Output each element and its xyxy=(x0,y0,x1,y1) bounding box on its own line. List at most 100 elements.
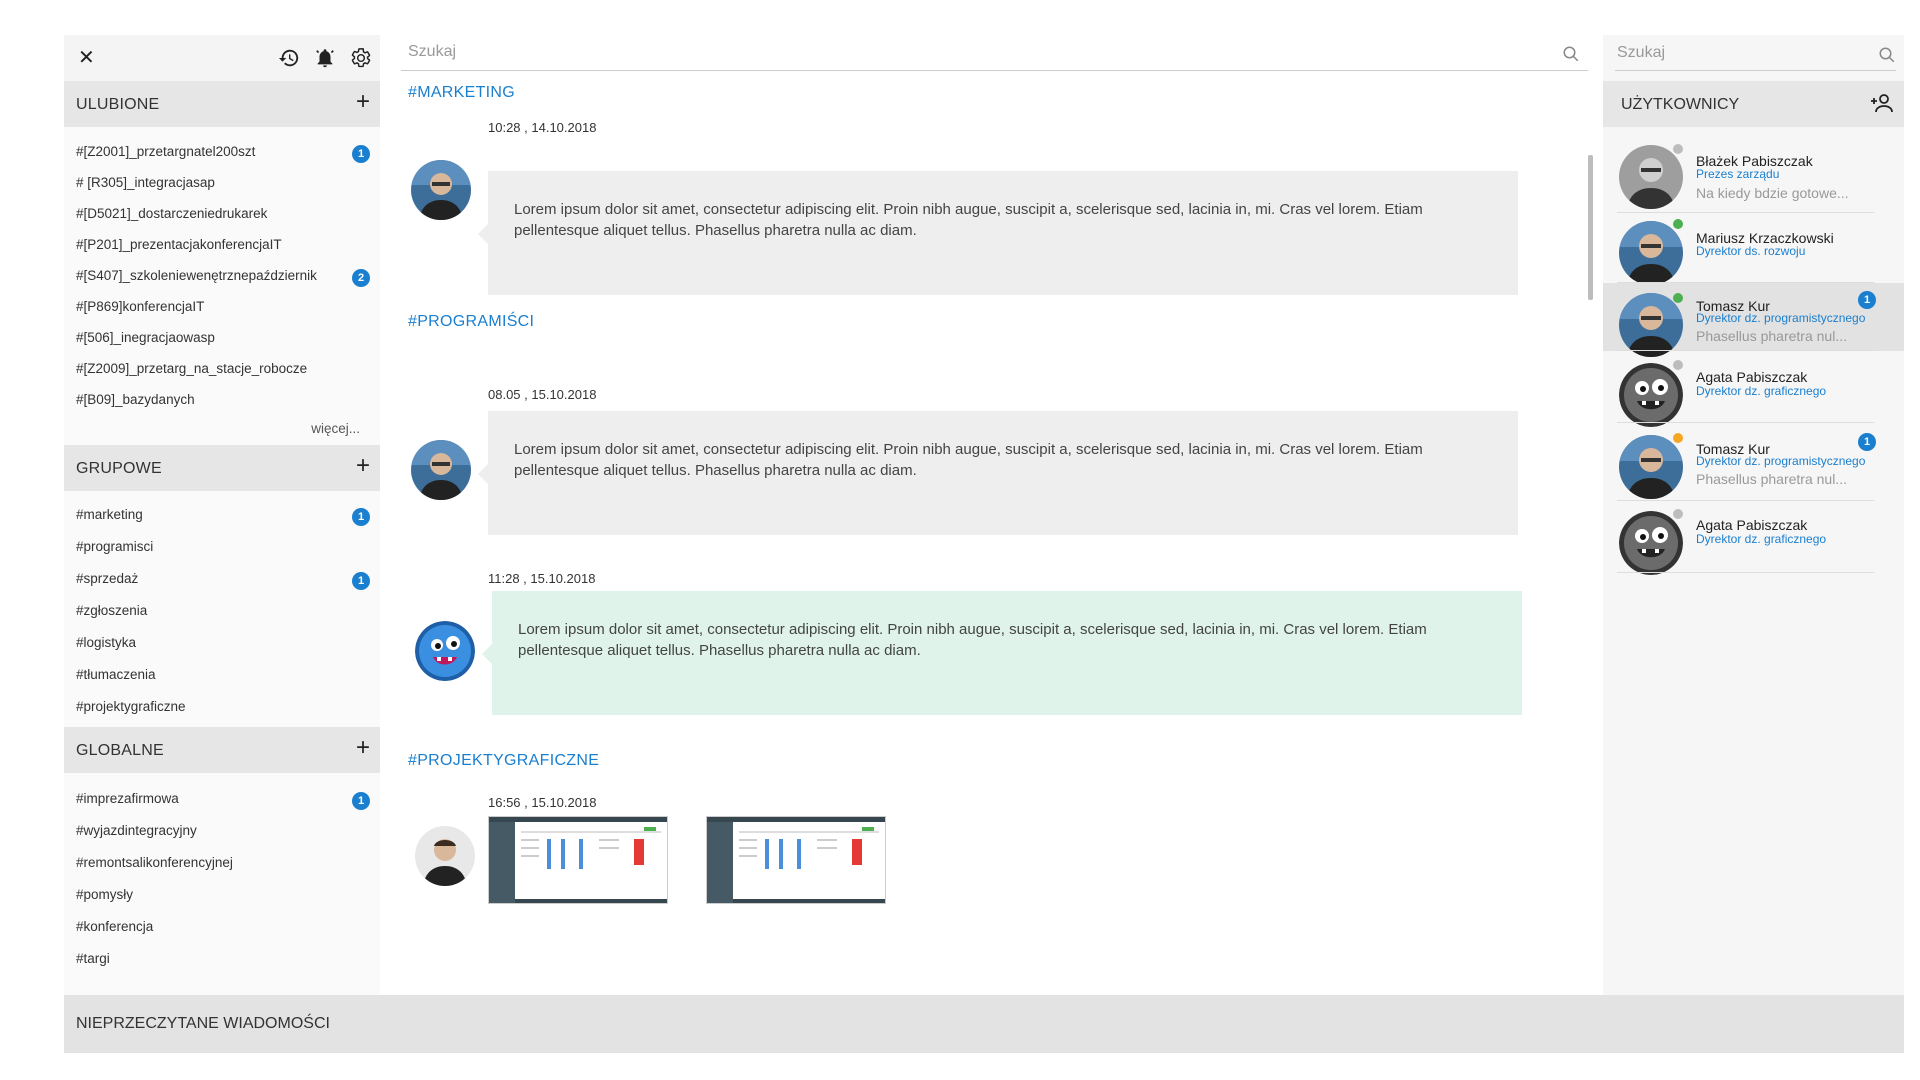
channel-item[interactable]: #[P869]konferencjaIT xyxy=(64,291,380,322)
channel-name[interactable]: #[506]_inegracjaowasp xyxy=(76,330,215,345)
messages-scrollbar[interactable] xyxy=(1588,155,1593,300)
unread-badge: 1 xyxy=(1858,291,1876,309)
channel-name[interactable]: #pomysły xyxy=(76,887,133,902)
channel-item[interactable]: #imprezafirmowa 1 xyxy=(64,783,380,815)
channel-item[interactable]: #projektygraficzne xyxy=(64,691,380,723)
gear-icon[interactable] xyxy=(350,47,372,69)
channel-name[interactable]: #imprezafirmowa xyxy=(76,791,179,806)
channel-name[interactable]: #[Z2001]_przetargnatel200szt xyxy=(76,144,255,159)
add-favorite-button[interactable]: + xyxy=(356,90,370,114)
channel-item[interactable]: #[D5021]_dostarczeniedrukarek xyxy=(64,198,380,229)
channel-item[interactable]: # [R305]_integracjasap xyxy=(64,167,380,198)
channel-name[interactable]: #marketing xyxy=(76,507,143,522)
message-bubble: Lorem ipsum dolor sit amet, consectetur … xyxy=(478,411,1518,535)
channel-item[interactable]: #tłumaczenia xyxy=(64,659,380,691)
channel-item[interactable]: #wyjazdintegracyjny xyxy=(64,815,380,847)
message-search-input[interactable] xyxy=(408,43,1508,61)
channel-item[interactable]: #sprzedaż 1 xyxy=(64,563,380,595)
bell-icon[interactable] xyxy=(314,47,336,69)
channel-name[interactable]: # [R305]_integracjasap xyxy=(76,175,215,190)
channel-item[interactable]: #targi xyxy=(64,943,380,967)
channel-item[interactable]: #zgłoszenia xyxy=(64,595,380,627)
close-icon[interactable]: ✕ xyxy=(78,48,95,68)
channel-name[interactable]: #remontsalikonferencyjnej xyxy=(76,855,233,870)
message-text: Lorem ipsum dolor sit amet, consectetur … xyxy=(518,621,1427,659)
status-dot xyxy=(1673,219,1683,229)
channel-name[interactable]: #programisci xyxy=(76,539,153,554)
image-attachment[interactable] xyxy=(488,816,668,904)
channel-item[interactable]: #[B09]_bazydanych xyxy=(64,384,380,415)
favorites-list: #[Z2001]_przetargnatel200szt 1 # [R305]_in… xyxy=(64,127,380,419)
own-avatar[interactable] xyxy=(415,621,475,681)
channel-item[interactable]: #[Z2009]_przetarg_na_stacje_robocze xyxy=(64,353,380,384)
user-item[interactable]: Agata Pabiszczak Dyrektor dz. graficznego xyxy=(1603,351,1904,427)
channel-item[interactable]: #[506]_inegracjaowasp xyxy=(64,322,380,353)
channel-name[interactable]: #[Z2009]_przetarg_na_stacje_robocze xyxy=(76,361,307,376)
status-dot xyxy=(1673,509,1683,519)
user-item[interactable]: Tomasz Kur Dyrektor dz. programistycznego… xyxy=(1603,423,1904,501)
image-attachment[interactable] xyxy=(706,816,886,904)
channel-name[interactable]: #projektygraficzne xyxy=(76,699,186,714)
channel-name[interactable]: #sprzedaż xyxy=(76,571,138,586)
channel-name[interactable]: #tłumaczenia xyxy=(76,667,156,682)
channel-name[interactable]: #[D5021]_dostarczeniedrukarek xyxy=(76,206,267,221)
channel-name[interactable]: #konferencja xyxy=(76,919,153,934)
channel-title-programisci[interactable]: #PROGRAMIŚCI xyxy=(408,313,534,331)
message-time: 16:56 , 15.10.2018 xyxy=(488,795,597,810)
user-role: Dyrektor dz. graficznego xyxy=(1696,532,1827,546)
user-item[interactable]: Tomasz Kur Dyrektor dz. programistycznego… xyxy=(1603,283,1904,357)
users-header: UŻYTKOWNICY xyxy=(1603,81,1904,127)
channel-name[interactable]: #[S407]_szkoleniewenętrznepaździernik xyxy=(76,268,317,283)
channel-item[interactable]: #marketing 1 xyxy=(64,499,380,531)
globals-header: GLOBALNE + xyxy=(64,727,380,773)
channel-item[interactable]: #remontsalikonferencyjnej xyxy=(64,847,380,879)
user-search xyxy=(1603,35,1904,71)
user-item[interactable]: Agata Pabiszczak Dyrektor dz. graficznego xyxy=(1603,501,1904,575)
avatar[interactable] xyxy=(415,826,475,886)
avatar xyxy=(1619,363,1683,427)
favorites-header: ULUBIONE + xyxy=(64,81,380,127)
search-icon[interactable] xyxy=(1878,46,1896,69)
channel-name[interactable]: #[P869]konferencjaIT xyxy=(76,299,204,314)
avatar xyxy=(1619,145,1683,209)
channel-name[interactable]: #[P201]_prezentacjakonferencjaIT xyxy=(76,237,282,252)
channel-item[interactable]: #[S407]_szkoleniewenętrznepaździernik 2 xyxy=(64,260,380,291)
channel-title-projektygraficzne[interactable]: #PROJEKTYGRAFICZNE xyxy=(408,752,599,770)
search-icon[interactable] xyxy=(1562,45,1580,68)
avatar[interactable] xyxy=(411,160,471,220)
add-group-button[interactable]: + xyxy=(356,454,370,478)
users-title: UŻYTKOWNICY xyxy=(1621,96,1740,113)
unread-badge: 1 xyxy=(352,145,370,163)
unread-bar[interactable]: NIEPRZECZYTANE WIADOMOŚCI xyxy=(64,995,1904,1053)
history-icon[interactable] xyxy=(278,47,300,69)
status-dot xyxy=(1673,360,1683,370)
message-time: 08.05 , 15.10.2018 xyxy=(488,387,597,402)
unread-badge: 1 xyxy=(352,508,370,526)
channel-item[interactable]: #[P201]_prezentacjakonferencjaIT xyxy=(64,229,380,260)
channel-item[interactable]: #programisci xyxy=(64,531,380,563)
channel-title-marketing[interactable]: #MARKETING xyxy=(408,84,515,102)
add-user-icon[interactable] xyxy=(1870,93,1894,118)
channel-name[interactable]: #zgłoszenia xyxy=(76,603,147,618)
sidebar-toolbar: ✕ xyxy=(64,35,380,81)
more-label[interactable]: więcej... xyxy=(311,421,360,436)
channel-item[interactable]: #logistyka xyxy=(64,627,380,659)
user-name: Agata Pabiszczak xyxy=(1696,369,1808,385)
channel-name[interactable]: #logistyka xyxy=(76,635,136,650)
unread-label[interactable]: NIEPRZECZYTANE WIADOMOŚCI xyxy=(76,1015,330,1033)
channel-item[interactable]: #[Z2001]_przetargnatel200szt 1 xyxy=(64,136,380,167)
avatar xyxy=(1619,221,1683,285)
user-item[interactable]: Mariusz Krzaczkowski Dyrektor ds. rozwoju xyxy=(1603,213,1904,285)
channel-name[interactable]: #wyjazdintegracyjny xyxy=(76,823,197,838)
unread-badge: 2 xyxy=(352,269,370,287)
add-global-button[interactable]: + xyxy=(356,736,370,760)
user-item[interactable]: Błażek Pabiszczak Prezes zarządu Na kiedy … xyxy=(1603,131,1904,213)
channel-item[interactable]: #pomysły xyxy=(64,879,380,911)
channel-item[interactable]: #konferencja xyxy=(64,911,380,943)
channel-name[interactable]: #[B09]_bazydanych xyxy=(76,392,195,407)
user-search-input[interactable] xyxy=(1617,44,1847,62)
avatar[interactable] xyxy=(411,440,471,500)
users-panel: UŻYTKOWNICY Błażek PabiszczakPrezes zarz… xyxy=(1603,35,1904,995)
channel-name[interactable]: #targi xyxy=(76,951,110,966)
more-link[interactable]: więcej... xyxy=(64,419,380,445)
